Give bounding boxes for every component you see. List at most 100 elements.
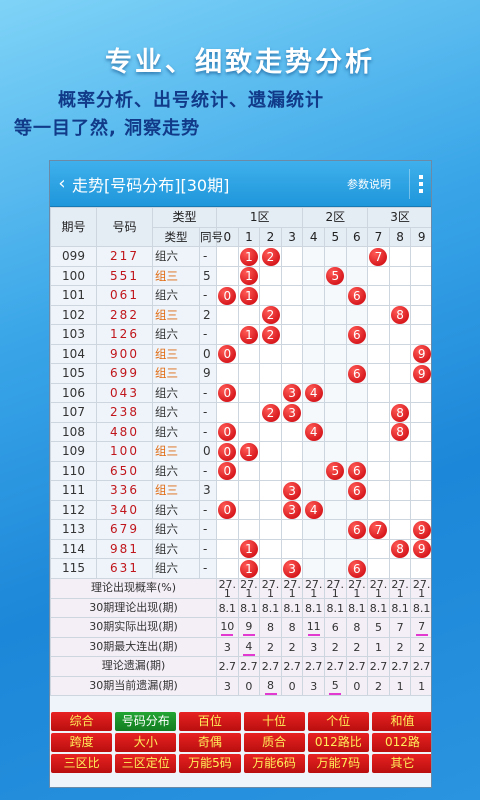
help-button[interactable]: 参数说明	[347, 176, 391, 192]
digit-cell	[216, 480, 239, 501]
header-digit: 4	[302, 226, 325, 247]
number-ball: 9	[412, 520, 431, 539]
issue-cell: 104	[50, 343, 97, 364]
digit-cell	[345, 402, 369, 423]
tab-button[interactable]: 其它	[371, 754, 431, 773]
stats-value-text: 8.1	[218, 601, 237, 615]
type-cell: 组三	[152, 265, 200, 286]
digit-cell: 6	[345, 460, 369, 481]
tab-button[interactable]: 质合	[243, 733, 305, 752]
overflow-menu-icon[interactable]	[409, 168, 431, 199]
highlight-mark	[264, 692, 277, 695]
digit-cell: 5	[323, 265, 347, 286]
digit-cell	[388, 499, 412, 520]
digit-cell	[388, 382, 412, 403]
tab-button[interactable]: 跨度	[51, 733, 113, 752]
header-digit: 5	[323, 226, 347, 247]
tab-button[interactable]: 万能5码	[179, 754, 241, 773]
type-cell: 组六	[152, 246, 200, 267]
digit-cell	[410, 324, 431, 345]
digit-cell	[367, 402, 390, 423]
digit-cell	[237, 480, 261, 501]
header-digit: 6	[345, 226, 369, 247]
digit-cell: 2	[259, 402, 282, 423]
digit-cell	[302, 265, 325, 286]
digit-cell: 6	[345, 324, 369, 345]
stats-value-text: 27.1	[369, 577, 388, 600]
number-cell: 282	[96, 304, 153, 325]
tab-button[interactable]: 和值	[371, 712, 431, 731]
digit-cell	[388, 343, 412, 364]
digit-cell	[388, 285, 412, 306]
issue-cell: 115	[50, 558, 97, 579]
digit-cell	[410, 441, 431, 462]
digit-cell	[323, 402, 347, 423]
stats-value: 8	[259, 675, 282, 696]
highlight-mark	[242, 653, 255, 656]
digit-cell	[345, 538, 369, 559]
digit-cell: 0	[216, 285, 239, 306]
stats-value-text: 1	[374, 640, 382, 654]
digit-cell	[323, 441, 347, 462]
digit-cell	[302, 558, 325, 579]
stats-value-text: 2.7	[412, 660, 431, 674]
number-ball: 3	[283, 559, 302, 578]
digit-cell	[345, 441, 369, 462]
digit-cell: 6	[345, 285, 369, 306]
number-ball: 6	[347, 286, 366, 305]
stats-value: 27.1	[280, 577, 304, 599]
stats-value: 8.1	[237, 597, 261, 618]
highlight-mark	[415, 634, 428, 637]
digit-cell	[323, 246, 347, 267]
stats-value: 27.1	[259, 577, 282, 599]
tab-button[interactable]: 奇偶	[179, 733, 241, 752]
table-row: 115 631 组六 - 1 3 6	[50, 558, 431, 579]
stats-value: 2.7	[280, 656, 304, 677]
number-ball: 6	[347, 462, 366, 480]
digit-cell	[345, 246, 369, 267]
tab-button[interactable]: 三区比	[51, 754, 113, 773]
number-ball: 2	[261, 403, 280, 422]
digit-cell	[367, 460, 390, 481]
digit-cell	[367, 285, 390, 306]
digit-cell: 1	[237, 324, 261, 345]
tab-button[interactable]: 十位	[243, 712, 305, 731]
issue-cell: 109	[50, 441, 97, 462]
tab-button[interactable]: 号码分布	[115, 712, 177, 731]
tab-button[interactable]: 大小	[115, 733, 177, 752]
type-cell: 组六	[152, 538, 200, 559]
stats-label: 理论遗漏(期)	[50, 656, 218, 677]
digit-cell	[259, 499, 282, 520]
stats-value-text: 8	[267, 621, 274, 635]
tab-button[interactable]: 012路比	[307, 733, 369, 752]
digit-cell	[367, 363, 390, 384]
chevron-left-icon[interactable]: ‹	[52, 173, 72, 194]
number-ball: 6	[347, 520, 366, 539]
digit-cell	[410, 480, 431, 501]
digit-cell	[367, 441, 390, 462]
digit-cell: 0	[216, 499, 239, 520]
stats-value-text: 27.1	[348, 577, 366, 600]
tab-button[interactable]: 012路	[371, 733, 431, 752]
tab-button[interactable]: 万能7码	[307, 754, 369, 773]
tab-button[interactable]: 百位	[179, 712, 241, 731]
stats-value-text: 8	[353, 621, 361, 635]
digit-cell	[216, 363, 239, 384]
tab-button[interactable]: 万能6码	[243, 754, 305, 773]
digit-cell	[237, 499, 261, 520]
stats-value-text: 3	[223, 640, 231, 654]
tab-button[interactable]: 个位	[307, 712, 369, 731]
stats-value: 27.1	[323, 577, 347, 599]
tab-button[interactable]: 三区定位	[115, 754, 177, 773]
digit-cell	[388, 460, 412, 481]
same-number-cell: 5	[198, 265, 218, 286]
same-number-cell: -	[198, 285, 218, 306]
digit-cell	[367, 538, 390, 559]
stats-value-text: 2	[288, 640, 296, 654]
number-cell: 631	[96, 558, 153, 579]
tab-button[interactable]: 综合	[51, 712, 113, 731]
digit-cell	[323, 519, 347, 540]
digit-cell	[280, 441, 304, 462]
digit-cell: 7	[367, 246, 390, 267]
number-ball: 1	[239, 540, 258, 558]
